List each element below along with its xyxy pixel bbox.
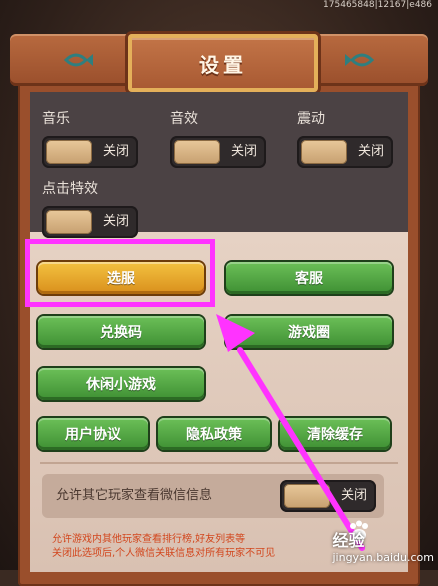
- annotation-arrow: [216, 314, 365, 551]
- watermark: 经验 jingyan.baidu.com: [332, 527, 434, 564]
- watermark-url: jingyan.baidu.com: [332, 551, 434, 564]
- watermark-brand: 经验: [332, 531, 365, 550]
